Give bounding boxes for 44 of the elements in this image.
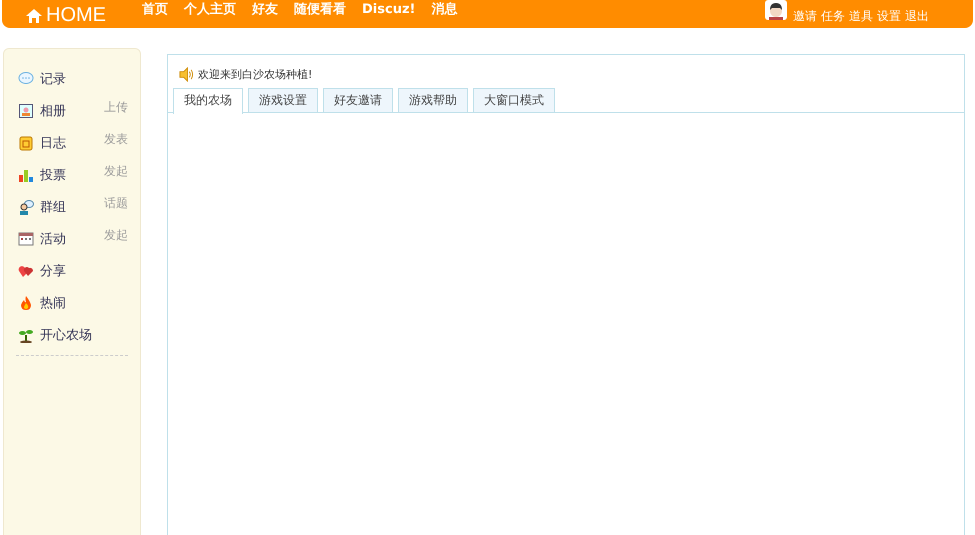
bar-chart-icon [18, 167, 34, 183]
nav-link[interactable]: 消息 [431, 0, 458, 18]
action-link[interactable]: 发表 [104, 130, 128, 148]
hearts-icon [18, 263, 34, 279]
notice-text: 欢迎来到白沙农场种植! [198, 67, 312, 82]
speaker-icon [179, 67, 194, 82]
sidebar-link[interactable]: 日志 [40, 134, 66, 152]
sidebar-link[interactable]: 群组 [40, 198, 66, 216]
notepad-icon [18, 135, 34, 151]
calendar-icon [18, 231, 34, 247]
action-link[interactable]: 上传 [104, 98, 128, 116]
user-link[interactable]: 道具 [849, 8, 873, 24]
sidebar-link[interactable]: 开心农场 [40, 326, 92, 344]
sprout-icon [18, 327, 34, 343]
user-link[interactable]: 设置 [877, 8, 901, 24]
nav-link[interactable]: 好友 [252, 0, 278, 18]
action-link[interactable]: 发起 [104, 226, 128, 244]
house-icon [26, 9, 42, 23]
nav-link[interactable]: Discuz! [362, 2, 416, 16]
tab[interactable]: 游戏设置 [248, 88, 318, 112]
logo-text[interactable]: HOME [46, 3, 106, 27]
user-link[interactable]: 任务 [821, 8, 845, 24]
sidebar-link[interactable]: 热闹 [40, 294, 66, 312]
nav-link[interactable]: 个人主页 [184, 0, 236, 18]
nav-link[interactable]: 随便看看 [294, 0, 346, 18]
sidebar-link[interactable]: 活动 [40, 230, 66, 248]
sidebar-link[interactable]: 投票 [40, 166, 66, 184]
person-bubble-icon [18, 199, 34, 215]
action-link[interactable]: 话题 [104, 194, 128, 212]
sidebar-link[interactable]: 相册 [40, 102, 66, 120]
sidebar-link[interactable]: 分享 [40, 262, 66, 280]
tab[interactable]: 好友邀请 [323, 88, 393, 112]
user-link[interactable]: 退出 [905, 8, 929, 24]
user-link[interactable]: 邀请 [793, 8, 817, 24]
flame-icon [18, 295, 34, 311]
nav-link[interactable]: 首页 [142, 0, 168, 18]
tab[interactable]: 大窗口模式 [473, 88, 555, 112]
avatar-icon[interactable] [765, 0, 787, 20]
action-link[interactable]: 发起 [104, 162, 128, 180]
sidebar-link[interactable]: 记录 [40, 70, 66, 88]
tab[interactable]: 游戏帮助 [398, 88, 468, 112]
picture-frame-icon [18, 103, 34, 119]
tab[interactable]: 我的农场 [173, 88, 243, 114]
speech-bubble-icon [18, 71, 34, 87]
